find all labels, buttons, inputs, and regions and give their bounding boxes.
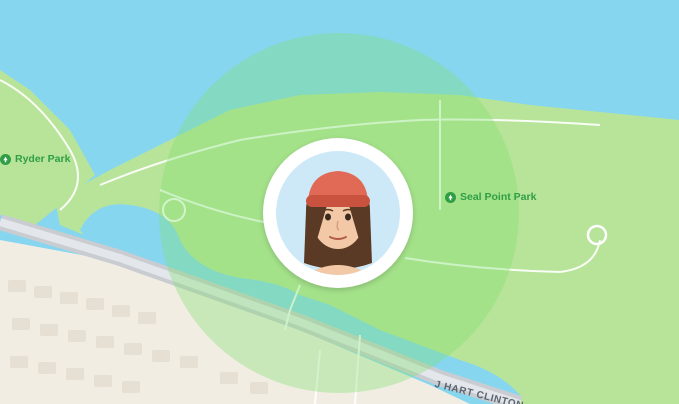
tree-pin-icon — [445, 191, 456, 203]
poi-label: Seal Point Park — [460, 191, 537, 203]
memoji-face-icon — [304, 171, 372, 275]
poi-label: Ryder Park — [15, 153, 71, 165]
person-location-avatar[interactable] — [263, 138, 413, 288]
poi-seal-point-park[interactable]: Seal Point Park — [445, 191, 536, 203]
map-view[interactable]: Ryder Park Seal Point Park J HART CLINTO… — [0, 0, 679, 404]
memoji-avatar — [276, 151, 400, 275]
poi-ryder-park[interactable]: Ryder Park — [0, 153, 70, 165]
tree-pin-icon — [0, 153, 11, 165]
